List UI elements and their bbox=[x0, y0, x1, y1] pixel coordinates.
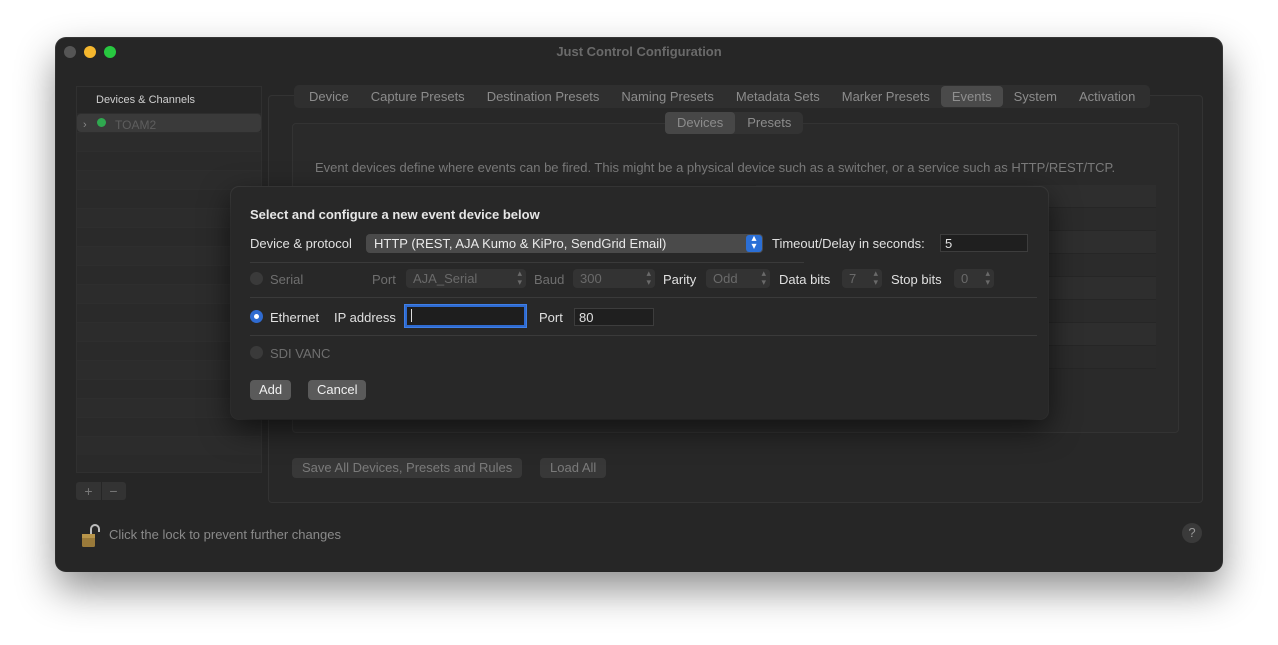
help-button[interactable]: ? bbox=[1182, 523, 1202, 543]
sdi-vanc-label: SDI VANC bbox=[270, 346, 331, 361]
updown-chevron-icon: ▴ ▾ bbox=[761, 268, 766, 287]
cancel-button[interactable]: Cancel bbox=[308, 380, 367, 400]
updown-chevron-icon: ▴ ▾ bbox=[873, 268, 878, 287]
subtab-bar: Devices Presets bbox=[665, 112, 804, 134]
sdi-vanc-radio[interactable] bbox=[250, 346, 263, 359]
device-protocol-value: HTTP (REST, AJA Kumo & KiPro, SendGrid E… bbox=[374, 236, 667, 251]
ethernet-radio[interactable] bbox=[250, 310, 263, 323]
parity-value: Odd bbox=[713, 271, 738, 286]
tab-naming-presets[interactable]: Naming Presets bbox=[610, 86, 724, 107]
device-protocol-label: Device & protocol bbox=[250, 236, 352, 251]
add-button[interactable]: Add bbox=[250, 380, 292, 400]
timeout-input[interactable]: 5 bbox=[940, 234, 1028, 252]
ethernet-label: Ethernet bbox=[270, 310, 320, 325]
tab-system[interactable]: System bbox=[1003, 86, 1068, 107]
tab-destination-presets[interactable]: Destination Presets bbox=[476, 86, 611, 107]
tab-device[interactable]: Device bbox=[298, 86, 360, 107]
sidebar-header: Devices & Channels bbox=[77, 87, 261, 113]
ethernet-port-label: Port bbox=[539, 310, 563, 325]
subtab-presets[interactable]: Presets bbox=[735, 112, 803, 134]
add-device-button[interactable]: + bbox=[76, 482, 102, 500]
parity-label: Parity bbox=[663, 272, 697, 287]
tab-events[interactable]: Events bbox=[940, 86, 1003, 107]
tab-activation[interactable]: Activation bbox=[1068, 86, 1146, 107]
data-bits-select[interactable]: 7 ▴ ▾ bbox=[842, 269, 882, 288]
tab-marker-presets[interactable]: Marker Presets bbox=[831, 86, 941, 107]
status-dot-icon bbox=[97, 118, 106, 127]
main-window: Just Control Configuration Devices & Cha… bbox=[56, 38, 1222, 571]
baud-label: Baud bbox=[534, 272, 565, 287]
updown-chevron-icon: ▴ ▾ bbox=[985, 268, 990, 287]
load-all-button[interactable]: Load All bbox=[540, 458, 607, 478]
list-item bbox=[77, 170, 261, 189]
updown-chevron-icon: ▴ ▾ bbox=[746, 234, 762, 252]
remove-device-button[interactable]: − bbox=[101, 482, 126, 500]
title-bar: Just Control Configuration bbox=[56, 38, 1222, 66]
baud-value: 300 bbox=[580, 271, 602, 286]
list-item bbox=[77, 132, 261, 151]
divider bbox=[250, 297, 1037, 298]
serial-port-select[interactable]: AJA_Serial ▴ ▾ bbox=[406, 269, 526, 288]
chevron-right-icon[interactable]: › bbox=[83, 116, 87, 135]
updown-chevron-icon: ▴ ▾ bbox=[517, 268, 522, 287]
unlocked-lock-icon[interactable] bbox=[82, 524, 100, 548]
ip-address-label: IP address bbox=[334, 310, 396, 325]
list-item bbox=[77, 436, 261, 455]
subtab-devices[interactable]: Devices bbox=[665, 112, 736, 134]
updown-chevron-icon: ▴ ▾ bbox=[646, 268, 651, 287]
stop-bits-label: Stop bits bbox=[891, 272, 942, 287]
timeout-label: Timeout/Delay in seconds: bbox=[772, 236, 925, 251]
device-protocol-select[interactable]: HTTP (REST, AJA Kumo & KiPro, SendGrid E… bbox=[366, 234, 763, 253]
sidebar-item-label: TOAM2 bbox=[115, 118, 157, 132]
dialog-title: Select and configure a new event device … bbox=[250, 207, 540, 222]
divider bbox=[250, 335, 1037, 336]
sidebar-item-toam2[interactable]: › TOAM2 bbox=[77, 113, 261, 132]
list-item bbox=[77, 417, 261, 436]
tab-metadata-sets[interactable]: Metadata Sets bbox=[725, 86, 831, 107]
events-description: Event devices define where events can be… bbox=[315, 160, 1116, 175]
parity-select[interactable]: Odd ▴ ▾ bbox=[706, 269, 770, 288]
ip-address-input[interactable] bbox=[405, 305, 526, 327]
baud-select[interactable]: 300 ▴ ▾ bbox=[573, 269, 655, 288]
divider bbox=[250, 262, 804, 263]
tab-bar: Device Capture Presets Destination Prese… bbox=[294, 85, 1151, 108]
stop-bits-value: 0 bbox=[961, 271, 969, 286]
lock-text: Click the lock to prevent further change… bbox=[109, 527, 341, 542]
text-caret bbox=[411, 309, 412, 322]
window-title: Just Control Configuration bbox=[556, 44, 722, 59]
serial-port-value: AJA_Serial bbox=[413, 271, 478, 286]
new-event-device-dialog: Select and configure a new event device … bbox=[231, 187, 1048, 419]
serial-label: Serial bbox=[270, 272, 304, 287]
stop-bits-select[interactable]: 0 ▴ ▾ bbox=[954, 269, 994, 288]
data-bits-value: 7 bbox=[849, 271, 857, 286]
serial-port-label: Port bbox=[372, 272, 396, 287]
data-bits-label: Data bits bbox=[779, 272, 831, 287]
tab-capture-presets[interactable]: Capture Presets bbox=[360, 86, 476, 107]
add-remove-control: + − bbox=[76, 482, 126, 500]
serial-radio[interactable] bbox=[250, 272, 263, 285]
save-all-button[interactable]: Save All Devices, Presets and Rules bbox=[292, 458, 523, 478]
ethernet-port-input[interactable]: 80 bbox=[574, 308, 654, 326]
list-item bbox=[77, 151, 261, 170]
